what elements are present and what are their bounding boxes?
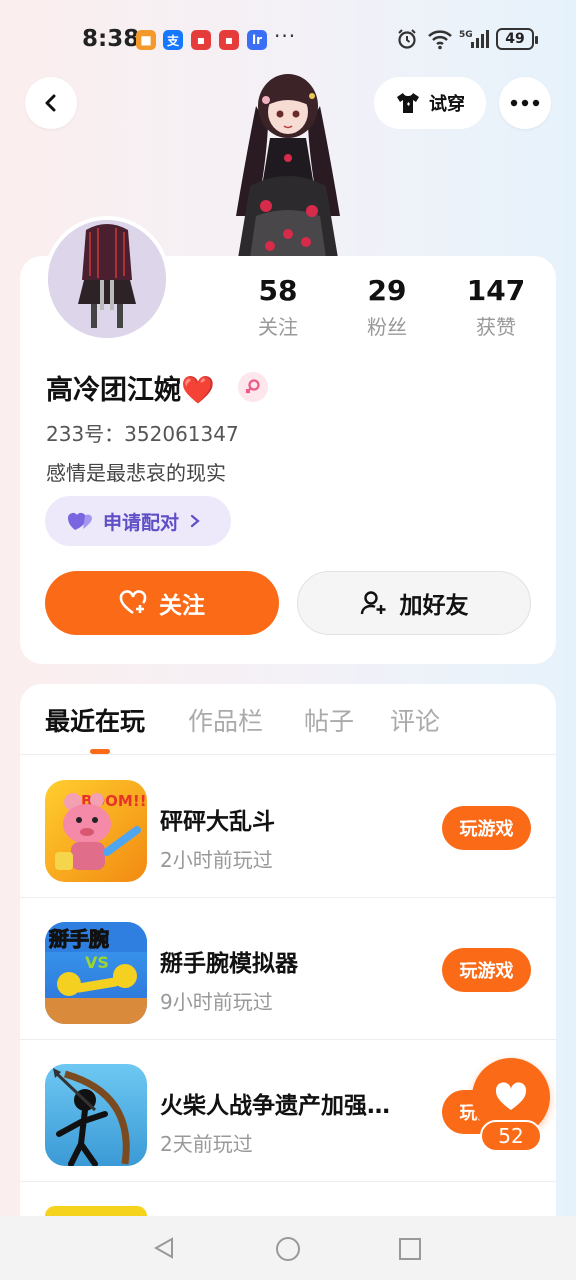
like-count-badge: 52 bbox=[480, 1120, 542, 1152]
add-friend-label: 加好友 bbox=[399, 593, 469, 619]
stat-followers-label: 粉丝 bbox=[367, 315, 407, 339]
heart-plus-icon bbox=[119, 590, 147, 615]
stat-likes-value: 147 bbox=[466, 274, 526, 307]
game-thumbnail bbox=[45, 1064, 147, 1166]
game-list-item[interactable]: BOOM!! 砰砰大乱斗 2小时前玩过 玩游戏 bbox=[20, 756, 556, 898]
cellular-signal-icon: 5G bbox=[459, 30, 489, 48]
add-friend-button[interactable]: 加好友 bbox=[297, 571, 531, 635]
game-title: 火柴人战争遗产加强… bbox=[160, 1093, 390, 1119]
game-last-played: 2天前玩过 bbox=[160, 1132, 253, 1156]
play-game-button[interactable]: 玩游戏 bbox=[442, 948, 531, 992]
game-thumbnail-partial bbox=[45, 1206, 147, 1216]
status-time: 8:38 bbox=[82, 26, 140, 52]
game-cover-image: 掰手腕 VS bbox=[45, 922, 147, 1024]
system-navigation-bar bbox=[0, 1216, 576, 1280]
more-options-button[interactable] bbox=[499, 77, 551, 129]
tshirt-icon bbox=[397, 93, 419, 113]
nav-home-icon[interactable] bbox=[275, 1236, 301, 1262]
game-cover-image: BOOM!! bbox=[55, 792, 147, 870]
back-button[interactable] bbox=[25, 77, 77, 129]
game-last-played: 9小时前玩过 bbox=[160, 990, 273, 1014]
game-title: 砰砰大乱斗 bbox=[160, 809, 275, 835]
heart-icon bbox=[495, 1082, 527, 1110]
wifi-icon bbox=[428, 30, 452, 50]
game-list-item[interactable]: 掰手腕 VS 掰手腕模拟器 9小时前玩过 玩游戏 bbox=[20, 898, 556, 1040]
tab-posts[interactable]: 帖子 bbox=[304, 702, 354, 738]
request-pair-button[interactable]: 申请配对 bbox=[45, 496, 231, 546]
avatar-image bbox=[48, 220, 166, 338]
game-last-played: 2小时前玩过 bbox=[160, 848, 273, 872]
add-user-icon bbox=[360, 591, 385, 615]
svg-text:5G: 5G bbox=[459, 30, 473, 40]
stat-likes-label: 获赞 bbox=[476, 315, 516, 339]
battery-indicator: 49 bbox=[496, 28, 538, 50]
game-title: 掰手腕模拟器 bbox=[160, 951, 298, 977]
shop-notification-icon: ▪ bbox=[191, 30, 211, 50]
double-heart-icon bbox=[68, 513, 92, 530]
chevron-left-icon bbox=[45, 94, 56, 112]
avatar[interactable] bbox=[44, 216, 170, 342]
user-bio: 感情是最悲哀的现实 bbox=[46, 461, 226, 485]
app-notification-icon: lr bbox=[247, 30, 267, 50]
more-dots-icon bbox=[510, 99, 540, 107]
stat-following-label: 关注 bbox=[258, 315, 298, 339]
stat-followers[interactable]: 29 粉丝 bbox=[337, 274, 437, 340]
svg-text:掰手腕: 掰手腕 bbox=[49, 927, 109, 951]
chevron-right-icon bbox=[190, 514, 200, 528]
svg-text:VS: VS bbox=[85, 953, 109, 972]
stat-followers-value: 29 bbox=[367, 274, 407, 307]
nav-recents-icon[interactable] bbox=[398, 1237, 422, 1261]
more-notifications-icon: ··· bbox=[274, 24, 297, 48]
stat-likes[interactable]: 147 获赞 bbox=[446, 274, 546, 340]
try-on-label: 试穿 bbox=[429, 94, 465, 115]
nav-back-icon[interactable] bbox=[152, 1236, 176, 1260]
game-thumbnail: BOOM!! bbox=[45, 780, 147, 882]
tab-recently-played[interactable]: 最近在玩 bbox=[45, 702, 145, 738]
follow-button[interactable]: 关注 bbox=[45, 571, 279, 635]
tab-works[interactable]: 作品栏 bbox=[188, 702, 263, 738]
shop-notification-icon: ▪ bbox=[219, 30, 239, 50]
try-on-button[interactable]: 试穿 bbox=[374, 77, 486, 129]
user-id: 233号：352061347 bbox=[46, 422, 239, 446]
stat-following[interactable]: 58 关注 bbox=[228, 274, 328, 340]
female-icon bbox=[245, 379, 260, 394]
follow-label: 关注 bbox=[159, 593, 205, 619]
character-avatar-figure bbox=[236, 74, 340, 258]
app-notification-icon: ■ bbox=[136, 30, 156, 50]
alarm-icon bbox=[398, 29, 416, 49]
tab-divider bbox=[20, 754, 556, 755]
stat-following-value: 58 bbox=[258, 274, 298, 307]
tab-comments[interactable]: 评论 bbox=[390, 702, 440, 738]
game-cover-image bbox=[53, 1068, 130, 1166]
username: 高冷团江婉❤️ bbox=[46, 375, 215, 406]
game-thumbnail: 掰手腕 VS bbox=[45, 922, 147, 1024]
request-pair-label: 申请配对 bbox=[103, 511, 180, 534]
play-game-button[interactable]: 玩游戏 bbox=[442, 806, 531, 850]
gender-badge bbox=[238, 372, 268, 402]
alipay-notification-icon: 支 bbox=[163, 30, 183, 50]
